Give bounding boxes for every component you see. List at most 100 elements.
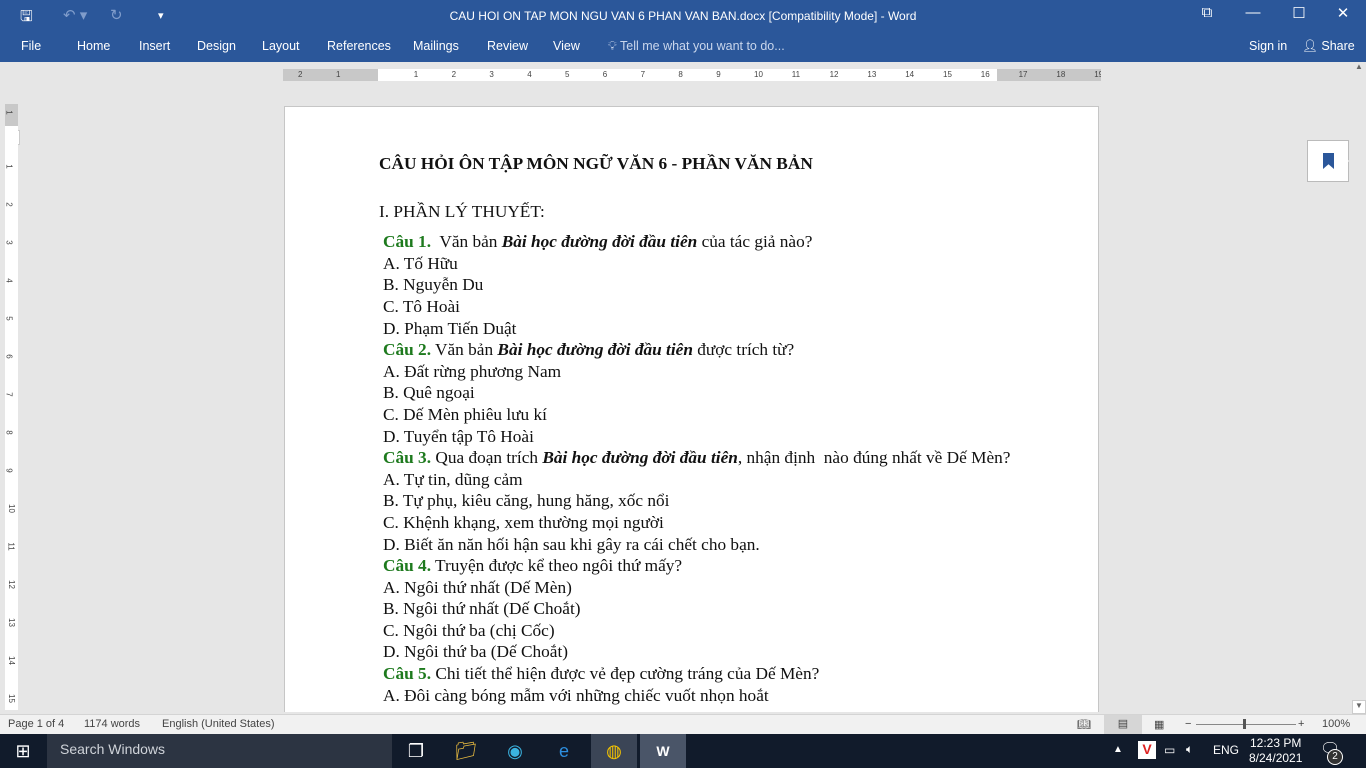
question-label: Câu 2. [383,340,432,360]
ruler-number: 13 [6,618,16,627]
word-app-icon[interactable]: W [640,734,686,768]
answer-option: C. Tô Hoài [383,296,460,316]
answer-option: D. Biết ăn năn hối hận sau khi gây ra cá… [383,534,760,554]
ruler-number: 16 [980,70,990,79]
ruler-number: 9 [4,468,14,473]
edge-icon[interactable]: ◉ [492,734,538,768]
work-title: Bài học đường đời đầu tiên [497,340,693,360]
scroll-down-arrow[interactable]: ▼ [1352,700,1366,714]
document-page[interactable]: CÂU HỎI ÔN TẬP MÔN NGỮ VĂN 6 - PHẦN VĂN … [284,106,1099,712]
question-text: được trích từ? [692,340,795,360]
task-view-icon[interactable]: ❐ [393,734,439,768]
print-layout-icon[interactable]: ▤ [1104,715,1142,734]
question-text: Qua đoạn trích [431,448,543,468]
page-count[interactable]: Page 1 of 4 [8,718,64,730]
chrome-icon[interactable]: ◍ [591,734,637,768]
share-label: Share [1321,39,1355,53]
clock-date[interactable]: 8/24/2021 [1249,751,1302,765]
question: Câu 2. Văn bản Bài học đường đời đầu tiê… [383,339,1023,361]
taskbar: ⊞ Search Windows ❐ 📁︎ ◉ e ◍ W ▲ V ▭ 🔈︎ E… [0,734,1366,768]
ruler-number: 10 [6,504,16,513]
ruler-number: 3 [4,240,14,245]
window-title: CAU HOI ON TAP MON NGU VAN 6 PHAN VAN BA… [449,9,917,23]
tab-mailings[interactable]: Mailings [413,39,459,53]
file-explorer-icon[interactable]: 📁︎ [443,734,489,768]
close-button[interactable]: ✕ [1320,4,1366,22]
ruler-number: 6 [602,70,608,79]
antivirus-icon[interactable]: V [1138,741,1156,759]
ruler-number: 10 [754,70,763,79]
answer-option: C. Khệnh khạng, xem thường mọi người [383,512,664,532]
ruler-number: 7 [640,70,646,79]
ruler-number: 14 [905,70,915,79]
question-label: Câu 1. [383,232,432,252]
tab-insert[interactable]: Insert [139,39,170,53]
minimize-button[interactable]: — [1230,4,1276,21]
answer-option: A. Đôi càng bóng mẫm với những chiếc vuố… [383,685,769,705]
vertical-ruler[interactable]: 1 1 2 3 4 5 6 7 8 9 10 11 12 13 14 15 [5,104,18,710]
ruler-number: 2 [4,202,14,207]
ruler-number: 18 [1056,70,1066,79]
show-hidden-icons[interactable]: ▲ [1113,744,1123,755]
bookmark-button[interactable] [1307,140,1349,182]
scroll-up-arrow[interactable]: ▲ [1352,62,1366,76]
zoom-slider[interactable] [1196,724,1296,725]
answer-option: B. Quê ngoại [383,383,475,403]
ruler-number: 17 [1018,70,1028,79]
tab-view[interactable]: View [553,39,580,53]
tell-me-search[interactable]: 💡︎ Tell me what you want to do... [608,39,785,54]
question-text: , nhận định nào đúng nhất về Dế Mèn? [737,448,1011,468]
zoom-in-button[interactable]: + [1298,718,1304,730]
question-text: Văn bản [431,232,502,252]
search-box[interactable]: Search Windows [47,734,392,768]
ruler-number: 7 [4,392,14,397]
input-language[interactable]: ENG [1213,743,1239,757]
zoom-level[interactable]: 100% [1322,718,1350,730]
battery-icon[interactable]: ▭ [1164,743,1175,757]
ribbon-display-icon[interactable]: ⧉ [1184,4,1230,21]
tab-references[interactable]: References [327,39,391,53]
horizontal-ruler[interactable]: 2 1 1 2 3 4 5 6 7 8 9 10 11 12 13 14 15 16 17 18 19 [283,69,1101,81]
bookmark-icon [1323,153,1334,169]
tab-home[interactable]: Home [77,39,110,53]
answer-option: B. Nguyễn Du [383,275,484,295]
ruler-number: 12 [829,70,839,79]
web-layout-icon[interactable]: ▦ [1154,718,1164,731]
ruler-number: 3 [489,70,494,79]
question-text: của tác giả nào? [697,232,813,252]
answer-option: A. Tố Hữu [383,253,458,273]
tab-file[interactable]: File [21,39,41,53]
status-bar: Page 1 of 4 1174 words English (United S… [0,714,1366,734]
tab-layout[interactable]: Layout [262,39,300,53]
word-count[interactable]: 1174 words [84,718,140,730]
ruler-number: 5 [4,316,14,321]
maximize-button[interactable]: ☐ [1276,4,1322,22]
tab-design[interactable]: Design [197,39,236,53]
question-text: Chi tiết thể hiện được vẻ đẹp cường trán… [431,664,820,684]
document-body[interactable]: CÂU HỎI ÔN TẬP MÔN NGỮ VĂN 6 - PHẦN VĂN … [379,153,1023,706]
zoom-slider-thumb[interactable] [1243,719,1246,729]
sign-in-link[interactable]: Sign in [1249,39,1287,53]
ruler-number: 4 [4,278,14,283]
read-mode-icon[interactable]: 📖︎ [1077,718,1091,731]
zoom-out-button[interactable]: − [1185,718,1191,730]
answer-option: D. Phạm Tiến Duật [383,318,517,338]
document-title: CÂU HỎI ÔN TẬP MÔN NGỮ VĂN 6 - PHẦN VĂN … [379,154,813,173]
internet-explorer-icon[interactable]: e [541,734,587,768]
ruler-number: 13 [867,70,877,79]
tab-review[interactable]: Review [487,39,528,53]
clock-time[interactable]: 12:23 PM [1250,736,1301,750]
answer-option: C. Dế Mèn phiêu lưu kí [383,404,547,424]
ruler-number: 5 [565,70,570,79]
start-button[interactable]: ⊞ [0,734,46,768]
volume-icon[interactable]: 🔈︎ [1186,742,1193,757]
vertical-scrollbar[interactable]: ▲ ▼ [1352,62,1366,714]
language-indicator[interactable]: English (United States) [162,718,275,730]
tell-me-text: Tell me what you want to do... [620,39,785,53]
share-button[interactable]: 👤︎ Share [1302,39,1355,54]
answer-option: A. Ngôi thứ nhất (Dế Mèn) [383,577,572,597]
question-text: Truyện được kể theo ngôi thứ mấy? [431,556,683,576]
answer-option: D. Tuyển tập Tô Hoài [383,426,534,446]
title-bar: 🖫 ↶ ▾ ↻ ▾ CAU HOI ON TAP MON NGU VAN 6 P… [0,0,1366,32]
ruler-number: 1 [413,70,419,79]
